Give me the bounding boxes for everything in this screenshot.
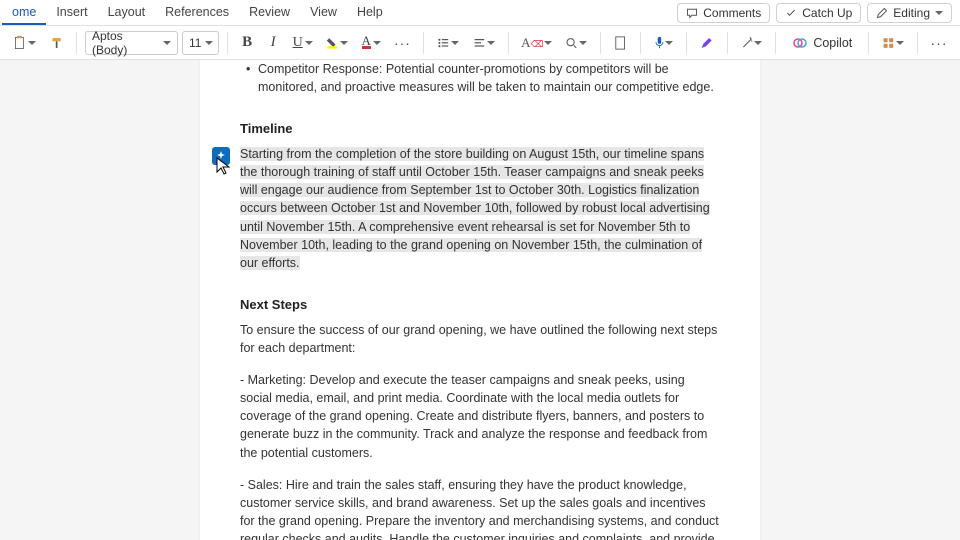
- separator: [423, 32, 424, 54]
- separator: [508, 32, 509, 54]
- chevron-down-icon: [305, 41, 313, 45]
- font-color-icon: A: [362, 36, 371, 49]
- clear-format-button[interactable]: A⌫: [517, 30, 557, 56]
- timeline-selected-text[interactable]: Starting from the completion of the stor…: [240, 147, 710, 270]
- heading-next-steps[interactable]: Next Steps: [240, 296, 720, 315]
- pen-icon: [700, 36, 713, 50]
- copilot-button[interactable]: Copilot: [784, 32, 860, 54]
- separator: [640, 32, 641, 54]
- font-family-value: Aptos (Body): [92, 29, 157, 57]
- separator: [686, 32, 687, 54]
- sparkle-icon: [216, 151, 226, 161]
- tab-review[interactable]: Review: [239, 1, 300, 25]
- bullet-competitor: Competitor Response: Potential counter-p…: [240, 60, 720, 96]
- chevron-down-icon: [373, 41, 381, 45]
- grid-icon: [882, 36, 895, 50]
- tab-references[interactable]: References: [155, 1, 239, 25]
- table-grid-button[interactable]: [877, 30, 909, 56]
- chevron-down-icon: [579, 41, 587, 45]
- font-color-button[interactable]: A: [357, 30, 385, 56]
- chevron-down-icon: [340, 41, 348, 45]
- document-page: Competitor Response: Potential counter-p…: [200, 60, 760, 540]
- separator: [917, 32, 918, 54]
- pencil-icon: [876, 7, 888, 19]
- editing-label: Editing: [893, 6, 930, 20]
- chevron-down-icon: [665, 41, 673, 45]
- dictate-button[interactable]: [649, 30, 679, 56]
- separator: [76, 32, 77, 54]
- paste-button[interactable]: [8, 30, 41, 56]
- highlight-button[interactable]: [321, 30, 353, 56]
- menu-tabs: ome Insert Layout References Review View…: [2, 1, 393, 25]
- separator: [775, 32, 776, 54]
- wand-icon: [741, 36, 754, 50]
- align-button[interactable]: [468, 30, 500, 56]
- clipboard-icon: [13, 35, 26, 51]
- heading-timeline[interactable]: Timeline: [240, 120, 720, 139]
- separator: [227, 32, 228, 54]
- more-options-button[interactable]: ···: [926, 30, 952, 56]
- font-family-select[interactable]: Aptos (Body): [85, 31, 178, 55]
- chevron-down-icon: [754, 41, 762, 45]
- paragraph-marketing[interactable]: - Marketing: Develop and execute the tea…: [240, 371, 720, 462]
- tab-insert[interactable]: Insert: [46, 1, 97, 25]
- separator: [600, 32, 601, 54]
- chevron-down-icon: [28, 41, 36, 45]
- chevron-down-icon: [205, 41, 213, 45]
- document-area[interactable]: Competitor Response: Potential counter-p…: [0, 60, 960, 540]
- bullets-button[interactable]: [432, 30, 464, 56]
- catchup-label: Catch Up: [802, 6, 852, 20]
- paragraph-next-steps-intro[interactable]: To ensure the success of our grand openi…: [240, 321, 720, 357]
- search-icon: [565, 36, 578, 50]
- catchup-icon: [785, 7, 797, 19]
- italic-button[interactable]: I: [262, 30, 284, 56]
- tab-home[interactable]: ome: [2, 1, 46, 25]
- highlighter-icon: [326, 36, 339, 50]
- comments-button[interactable]: Comments: [677, 3, 770, 23]
- format-painter-button[interactable]: [45, 30, 68, 56]
- chevron-down-icon: [451, 41, 459, 45]
- mic-icon: [654, 36, 665, 50]
- reuse-files-button[interactable]: [609, 30, 631, 56]
- tab-view[interactable]: View: [300, 1, 347, 25]
- font-size-select[interactable]: 11: [182, 31, 219, 55]
- tab-help[interactable]: Help: [347, 1, 393, 25]
- paragraph-timeline: Starting from the completion of the stor…: [240, 145, 720, 272]
- font-size-value: 11: [189, 36, 201, 50]
- ribbon-toolbar: Aptos (Body) 11 B I U A ··· A⌫: [0, 26, 960, 60]
- comment-icon: [686, 7, 698, 19]
- brush-icon: [50, 36, 63, 50]
- file-icon: [614, 36, 626, 50]
- menu-bar: ome Insert Layout References Review View…: [0, 0, 960, 26]
- ink-button[interactable]: [695, 30, 718, 56]
- comments-label: Comments: [703, 6, 761, 20]
- chevron-down-icon: [487, 41, 495, 45]
- separator: [868, 32, 869, 54]
- find-button[interactable]: [560, 30, 592, 56]
- underline-button[interactable]: U: [288, 30, 317, 56]
- copilot-label: Copilot: [813, 36, 852, 50]
- bold-button[interactable]: B: [236, 30, 258, 56]
- clear-format-icon: A⌫: [521, 35, 543, 51]
- copilot-rewrite-handle[interactable]: [212, 147, 230, 165]
- align-icon: [473, 36, 486, 50]
- bullet-list-icon: [437, 36, 450, 50]
- tab-layout[interactable]: Layout: [98, 1, 156, 25]
- chevron-down-icon: [935, 11, 943, 15]
- editing-mode-button[interactable]: Editing: [867, 3, 952, 23]
- copilot-icon: [792, 35, 808, 51]
- designer-button[interactable]: [736, 30, 768, 56]
- chevron-down-icon: [896, 41, 904, 45]
- catchup-button[interactable]: Catch Up: [776, 3, 861, 23]
- chevron-down-icon: [163, 41, 171, 45]
- bullet-text[interactable]: Competitor Response: Potential counter-p…: [258, 62, 714, 94]
- more-font-button[interactable]: ···: [389, 30, 415, 56]
- chevron-down-icon: [544, 41, 552, 45]
- separator: [727, 32, 728, 54]
- paragraph-sales[interactable]: - Sales: Hire and train the sales staff,…: [240, 476, 720, 540]
